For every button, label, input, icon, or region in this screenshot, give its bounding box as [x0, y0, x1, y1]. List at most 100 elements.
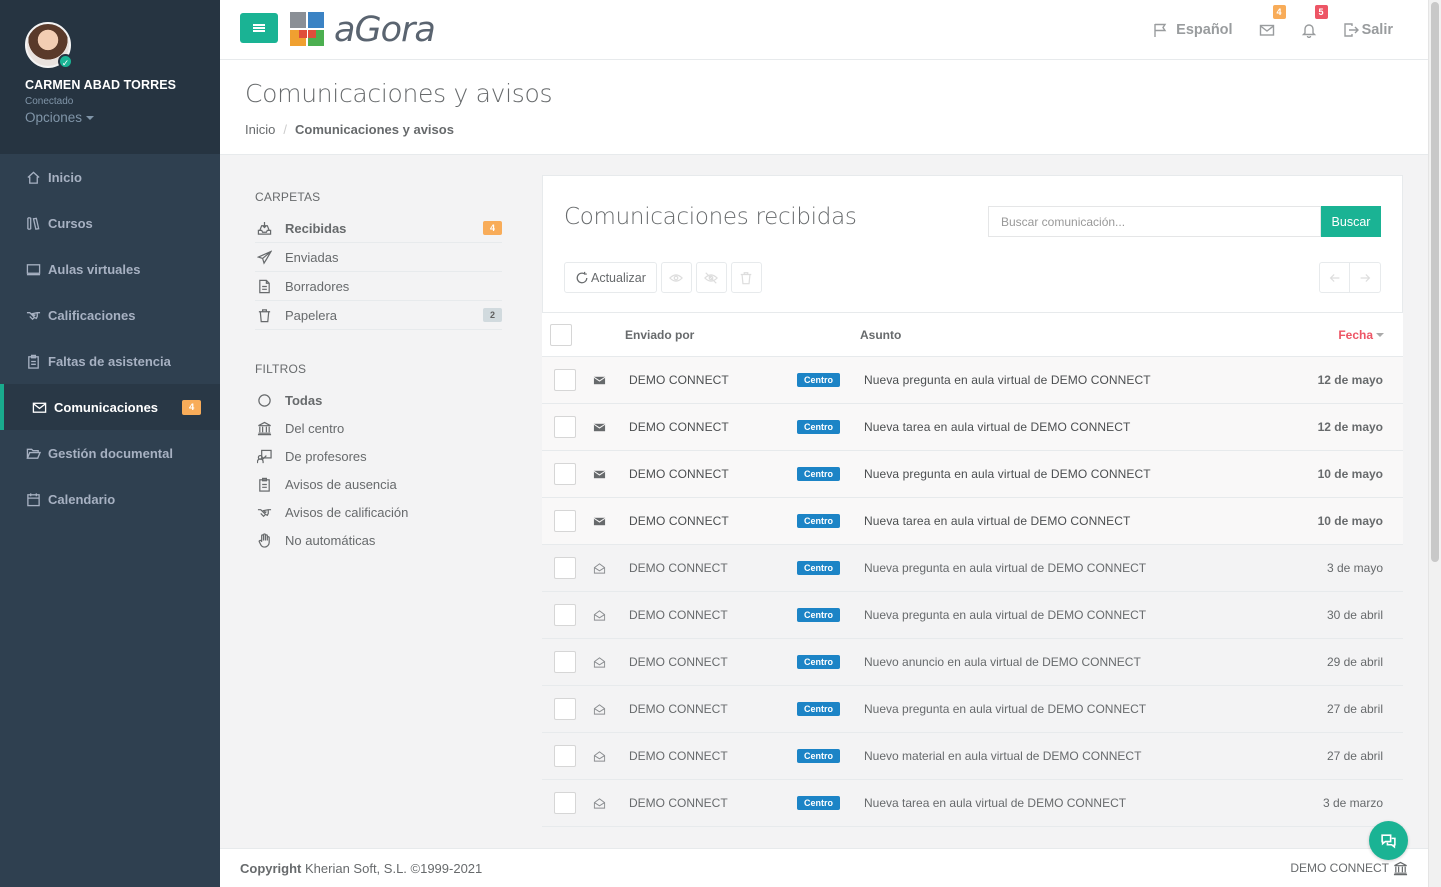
row-checkbox[interactable] — [554, 792, 576, 814]
mail-row[interactable]: DEMO CONNECT Centro Nueva pregunta en au… — [542, 686, 1403, 733]
mail-row[interactable]: DEMO CONNECT Centro Nueva pregunta en au… — [542, 357, 1403, 404]
row-subject[interactable]: Nueva tarea en aula virtual de DEMO CONN… — [864, 420, 1130, 434]
user-options-dropdown[interactable]: Opciones — [25, 110, 220, 125]
monitor-icon — [25, 261, 41, 277]
nav-item-gestion-documental[interactable]: Gestión documental — [0, 430, 220, 476]
mail-row[interactable]: DEMO CONNECT Centro Nueva pregunta en au… — [542, 451, 1403, 498]
row-sender-tag: Centro — [797, 702, 840, 716]
nav-item-faltas-asistencia[interactable]: Faltas de asistencia — [0, 338, 220, 384]
row-checkbox[interactable] — [554, 604, 576, 626]
column-header-date[interactable]: Fecha — [1338, 328, 1384, 342]
mail-row[interactable]: DEMO CONNECT Centro Nuevo material en au… — [542, 733, 1403, 780]
messages-button[interactable]: 4 — [1259, 5, 1286, 38]
app-logo[interactable]: aGora — [290, 10, 436, 50]
filter-label: Avisos de calificación — [285, 504, 409, 520]
next-page-button[interactable] — [1350, 262, 1381, 293]
row-checkbox[interactable] — [554, 510, 576, 532]
row-checkbox[interactable] — [554, 416, 576, 438]
filter-de-profesores[interactable]: De profesores — [255, 442, 502, 470]
chat-button[interactable] — [1369, 821, 1408, 860]
mail-row[interactable]: DEMO CONNECT Centro Nuevo anuncio en aul… — [542, 639, 1403, 686]
folder-enviadas[interactable]: Enviadas — [255, 243, 502, 272]
row-subject[interactable]: Nueva pregunta en aula virtual de DEMO C… — [864, 373, 1151, 387]
row-subject[interactable]: Nuevo material en aula virtual de DEMO C… — [864, 749, 1141, 763]
row-subject[interactable]: Nueva tarea en aula virtual de DEMO CONN… — [864, 796, 1126, 810]
row-checkbox[interactable] — [554, 698, 576, 720]
filter-no-automaticas[interactable]: No automáticas — [255, 526, 502, 554]
filter-avisos-calificacion[interactable]: Avisos de calificación — [255, 498, 502, 526]
page-heading: Comunicaciones y avisos Inicio / Comunicac… — [220, 60, 1428, 155]
mail-row[interactable]: DEMO CONNECT Centro Nueva pregunta en au… — [542, 545, 1403, 592]
row-subject[interactable]: Nueva pregunta en aula virtual de DEMO C… — [864, 608, 1146, 622]
nav-item-calendario[interactable]: Calendario — [0, 476, 220, 522]
row-date: 12 de mayo — [1317, 373, 1383, 387]
row-subject[interactable]: Nueva pregunta en aula virtual de DEMO C… — [864, 561, 1146, 575]
breadcrumb-separator: / — [283, 122, 287, 137]
row-checkbox[interactable] — [554, 557, 576, 579]
row-subject[interactable]: Nueva pregunta en aula virtual de DEMO C… — [864, 702, 1146, 716]
messages-count-badge: 4 — [1272, 5, 1286, 19]
search-input[interactable] — [988, 206, 1321, 237]
calendar-icon — [25, 491, 41, 507]
row-checkbox[interactable] — [554, 369, 576, 391]
trash-icon — [741, 271, 752, 284]
search-button[interactable]: Buscar — [1321, 206, 1381, 237]
filter-del-centro[interactable]: Del centro — [255, 414, 502, 442]
nav-item-calificaciones[interactable]: Calificaciones — [0, 292, 220, 338]
nav-label: Faltas de asistencia — [48, 353, 171, 369]
folder-panel: CARPETAS Recibidas 4 Enviadas Borradores… — [255, 190, 502, 554]
folder-recibidas[interactable]: Recibidas 4 — [255, 214, 502, 243]
row-sender: DEMO CONNECT — [629, 796, 728, 810]
row-checkbox[interactable] — [554, 745, 576, 767]
select-all-checkbox[interactable] — [550, 323, 572, 346]
delete-button[interactable] — [730, 262, 762, 293]
table-header: Enviado por Asunto Fecha — [542, 313, 1403, 357]
filter-label: Del centro — [285, 420, 345, 436]
folder-papelera[interactable]: Papelera 2 — [255, 301, 502, 330]
scrollbar-thumb[interactable] — [1431, 2, 1439, 562]
arrow-right-icon — [1360, 273, 1371, 282]
mail-row[interactable]: DEMO CONNECT Centro Nueva tarea en aula … — [542, 780, 1403, 827]
breadcrumb-home-link[interactable]: Inicio — [245, 122, 275, 137]
mark-unread-button[interactable] — [695, 262, 727, 293]
row-date: 27 de abril — [1326, 702, 1383, 716]
mail-row[interactable]: DEMO CONNECT Centro Nueva tarea en aula … — [542, 498, 1403, 545]
mail-table: Enviado por Asunto Fecha DEMO CONNECT Ce… — [542, 313, 1403, 827]
row-subject[interactable]: Nueva pregunta en aula virtual de DEMO C… — [864, 467, 1151, 481]
notifications-button[interactable]: 5 — [1301, 5, 1328, 38]
column-header-sender[interactable]: Enviado por — [625, 328, 694, 342]
mail-row[interactable]: DEMO CONNECT Centro Nueva tarea en aula … — [542, 404, 1403, 451]
envelope-open-icon — [593, 703, 606, 715]
filter-avisos-ausencia[interactable]: Avisos de ausencia — [255, 470, 502, 498]
nav-label: Gestión documental — [48, 445, 173, 461]
filter-todas[interactable]: Todas — [255, 386, 502, 414]
trash-icon — [257, 307, 274, 324]
nav-item-inicio[interactable]: Inicio — [0, 154, 220, 200]
prev-page-button[interactable] — [1319, 262, 1350, 293]
nav-item-comunicaciones[interactable]: Comunicaciones 4 — [0, 384, 220, 430]
row-checkbox[interactable] — [554, 651, 576, 673]
page-scrollbar[interactable] — [1428, 0, 1441, 887]
language-selector[interactable]: Español — [1152, 22, 1233, 38]
row-checkbox[interactable] — [554, 463, 576, 485]
avatar[interactable]: ✓ — [25, 22, 73, 69]
nav-item-aulas-virtuales[interactable]: Aulas virtuales — [0, 246, 220, 292]
folder-open-icon — [25, 445, 41, 461]
logout-button[interactable]: Salir — [1343, 22, 1393, 38]
mail-row[interactable]: DEMO CONNECT Centro Nueva pregunta en au… — [542, 592, 1403, 639]
nav-label: Cursos — [48, 215, 93, 231]
nav-item-cursos[interactable]: Cursos — [0, 200, 220, 246]
mark-read-button[interactable] — [660, 262, 692, 293]
mail-rows: DEMO CONNECT Centro Nueva pregunta en au… — [542, 357, 1403, 827]
top-right-links: Español 4 5 Salir — [1126, 0, 1393, 60]
row-date: 3 de marzo — [1322, 796, 1383, 810]
column-header-subject[interactable]: Asunto — [860, 328, 901, 342]
menu-toggle-button[interactable] — [240, 13, 278, 43]
refresh-button[interactable]: Actualizar — [564, 262, 657, 293]
row-sender-tag: Centro — [797, 373, 840, 387]
row-subject[interactable]: Nuevo anuncio en aula virtual de DEMO CO… — [864, 655, 1141, 669]
chat-bubbles-icon — [1381, 834, 1396, 849]
folder-borradores[interactable]: Borradores — [255, 272, 502, 301]
envelope-open-icon — [593, 608, 607, 622]
row-subject[interactable]: Nueva tarea en aula virtual de DEMO CONN… — [864, 514, 1130, 528]
